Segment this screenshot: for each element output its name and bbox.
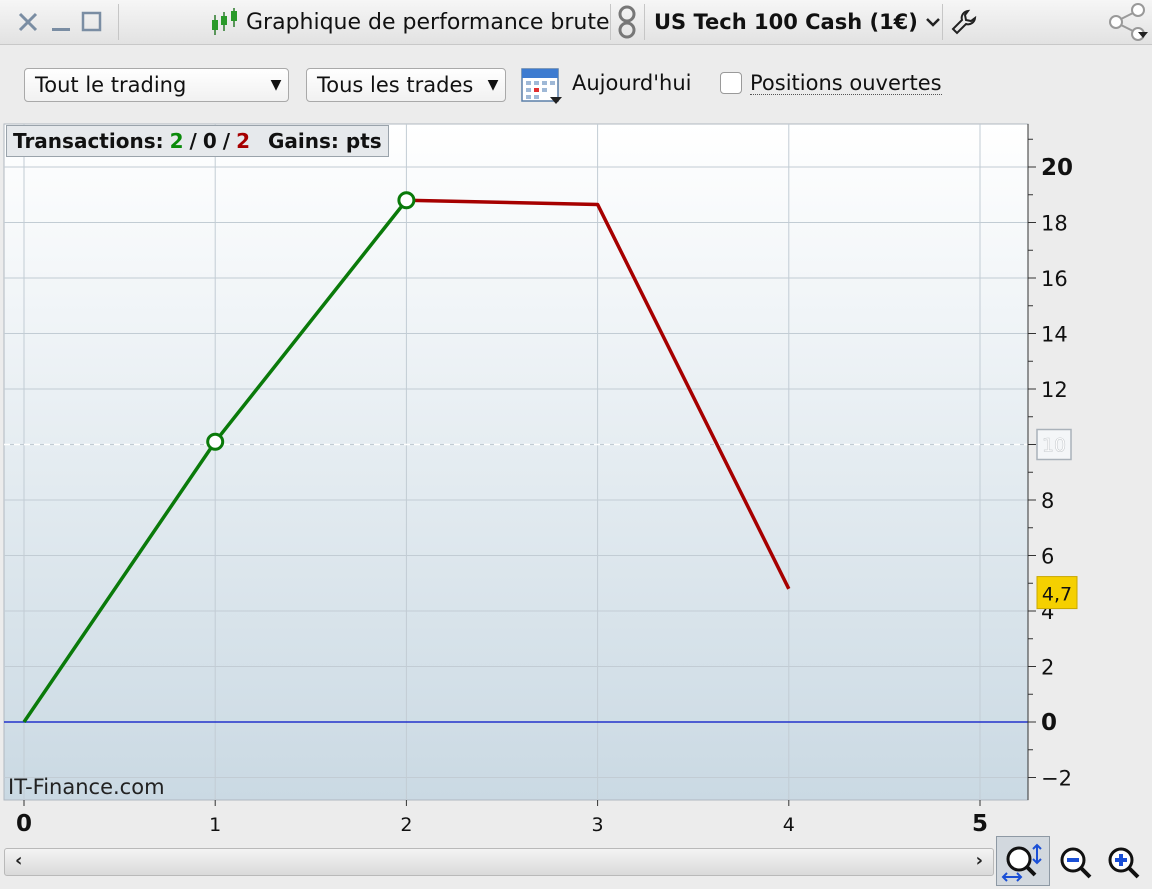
trade-marker <box>206 432 225 451</box>
reference-level-label: 10 <box>1042 435 1066 457</box>
scroll-left-icon[interactable]: ‹ <box>15 850 22 871</box>
y-tick-label: 20 <box>1041 155 1073 181</box>
scroll-right-icon[interactable]: › <box>976 850 983 871</box>
transactions-summary: Transactions: 2 / 0 / 2 Gains: pts <box>6 125 389 157</box>
wins-count: 2 <box>169 129 184 153</box>
losses-count: 2 <box>236 129 250 153</box>
x-tick-label: 0 <box>16 811 32 837</box>
y-tick-label: 16 <box>1041 267 1068 291</box>
y-tick-label: 8 <box>1041 489 1054 513</box>
zoom-fit-button[interactable] <box>996 836 1050 886</box>
y-tick-label: 2 <box>1041 656 1054 680</box>
zoom-in-button[interactable] <box>1106 845 1142 881</box>
gains-unit-label: Gains: pts <box>268 129 382 153</box>
plot-area <box>4 124 1028 800</box>
trade-marker <box>397 191 416 210</box>
neutral-count: 0 <box>202 129 217 153</box>
zoom-in-icon <box>1108 847 1140 879</box>
x-tick-label: 5 <box>972 811 988 837</box>
zoom-out-button[interactable] <box>1058 845 1094 881</box>
horizontal-scrollbar[interactable]: ‹ › <box>4 848 994 876</box>
transactions-label: Transactions: <box>13 129 164 153</box>
y-tick-label: −2 <box>1041 767 1072 791</box>
current-value-label: 4,7 <box>1042 584 1072 606</box>
x-tick-label: 2 <box>400 814 412 836</box>
y-tick-label: 18 <box>1041 212 1068 236</box>
y-tick-label: 0 <box>1041 710 1057 736</box>
separator: / <box>222 129 231 153</box>
zoom-fit-icon <box>1001 843 1042 882</box>
zoom-out-icon <box>1060 847 1092 879</box>
y-tick-label: 14 <box>1041 323 1068 347</box>
watermark: IT-Finance.com <box>8 775 165 799</box>
x-tick-label: 3 <box>592 814 604 836</box>
separator: / <box>189 129 197 153</box>
y-tick-label: 12 <box>1041 378 1068 402</box>
x-tick-label: 4 <box>783 814 795 836</box>
x-tick-label: 1 <box>209 814 221 836</box>
y-tick-label: 6 <box>1041 545 1054 569</box>
